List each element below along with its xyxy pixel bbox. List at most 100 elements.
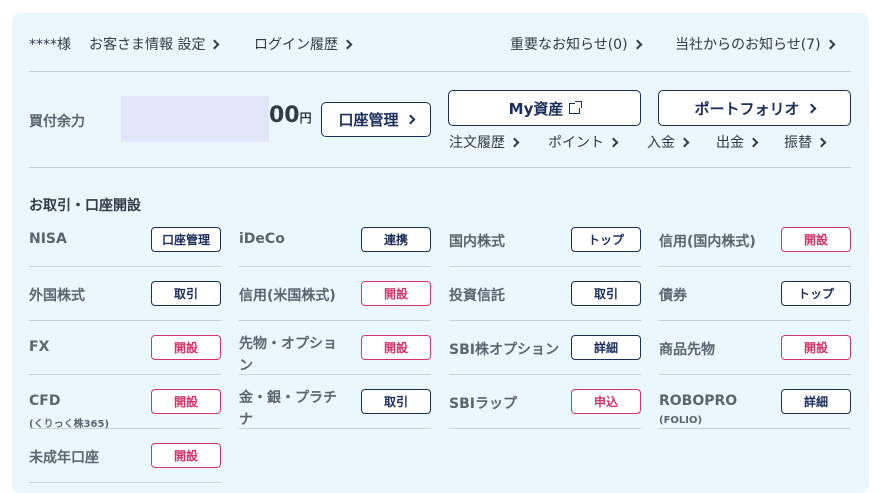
amount-unit: 円 bbox=[299, 111, 312, 125]
login-history-link[interactable]: ログイン履歴 bbox=[254, 34, 353, 54]
chevron-right-icon bbox=[806, 103, 816, 113]
order-history-label: 注文履歴 bbox=[449, 135, 505, 151]
user-name: ****様 bbox=[29, 34, 71, 54]
row-divider bbox=[449, 428, 641, 429]
chevron-right-icon bbox=[405, 114, 415, 125]
item-action-button[interactable]: 取引 bbox=[151, 281, 221, 306]
points-label: ポイント bbox=[548, 135, 604, 151]
item-label: 商品先物 bbox=[659, 342, 715, 358]
item-action-button[interactable]: 詳細 bbox=[781, 389, 851, 414]
user-name-text: ****様 bbox=[29, 37, 71, 53]
masked-amount bbox=[121, 96, 269, 142]
row-divider bbox=[659, 374, 851, 375]
item-label-line2: ナ bbox=[239, 412, 253, 428]
amount-digits: 00 bbox=[269, 103, 300, 128]
transfer-link[interactable]: 振替 bbox=[784, 132, 827, 152]
item-label: CFD bbox=[29, 393, 61, 409]
row-divider bbox=[659, 320, 851, 321]
row-divider bbox=[29, 320, 221, 321]
row-divider bbox=[659, 428, 851, 429]
item-label-line1: 金・銀・プラチ bbox=[239, 390, 337, 406]
item-label: 信用(国内株式) bbox=[659, 234, 756, 250]
row-divider bbox=[29, 266, 221, 267]
item-action-button[interactable]: 口座管理 bbox=[151, 227, 221, 252]
chevron-right-icon bbox=[342, 39, 353, 49]
withdrawal-label: 出金 bbox=[716, 135, 744, 151]
item-action-button[interactable]: 申込 bbox=[571, 389, 641, 414]
account-summary-panel bbox=[12, 13, 869, 493]
transfer-label: 振替 bbox=[784, 135, 812, 151]
row-divider bbox=[239, 428, 431, 429]
item-label: SBI株オプション bbox=[449, 342, 559, 358]
login-history-label: ログイン履歴 bbox=[254, 37, 338, 53]
divider bbox=[29, 71, 851, 72]
row-divider bbox=[659, 266, 851, 267]
chevron-right-icon bbox=[825, 39, 836, 49]
item-action-button[interactable]: 開設 bbox=[151, 389, 221, 414]
buying-power-amount: 00円 bbox=[269, 103, 312, 128]
chevron-right-icon bbox=[509, 137, 520, 147]
portfolio-label: ポートフォリオ bbox=[694, 99, 800, 118]
item-action-button[interactable]: 詳細 bbox=[571, 335, 641, 360]
company-notices-label: 当社からのお知らせ(7) bbox=[675, 37, 821, 53]
row-divider bbox=[449, 320, 641, 321]
row-divider bbox=[239, 320, 431, 321]
portfolio-button[interactable]: ポートフォリオ bbox=[658, 90, 851, 126]
deposit-label: 入金 bbox=[647, 135, 675, 151]
withdrawal-link[interactable]: 出金 bbox=[716, 132, 759, 152]
item-action-button[interactable]: 開設 bbox=[361, 281, 431, 306]
item-action-button[interactable]: 開設 bbox=[361, 335, 431, 360]
chevron-right-icon bbox=[210, 39, 220, 49]
item-action-button[interactable]: 開設 bbox=[781, 227, 851, 252]
row-divider bbox=[29, 374, 221, 375]
item-label: 信用(米国株式) bbox=[239, 288, 336, 304]
deposit-link[interactable]: 入金 bbox=[647, 132, 690, 152]
item-label: iDeCo bbox=[239, 231, 285, 247]
item-label: ROBOPRO bbox=[659, 393, 738, 409]
item-action-button[interactable]: トップ bbox=[571, 227, 641, 252]
customer-settings-link[interactable]: お客さま情報 設定 bbox=[89, 34, 220, 54]
row-divider bbox=[239, 374, 431, 375]
chevron-right-icon bbox=[748, 137, 759, 147]
item-action-button[interactable]: 開設 bbox=[151, 335, 221, 360]
points-link[interactable]: ポイント bbox=[548, 132, 619, 152]
item-action-button[interactable]: 取引 bbox=[361, 389, 431, 414]
divider bbox=[29, 167, 851, 168]
buying-power-label: 買付余力 bbox=[29, 114, 85, 130]
row-divider bbox=[29, 482, 221, 483]
important-notices-label: 重要なお知らせ(0) bbox=[510, 37, 628, 53]
account-management-button[interactable]: 口座管理 bbox=[321, 102, 431, 137]
item-label: 債券 bbox=[659, 288, 687, 304]
row-divider bbox=[449, 374, 641, 375]
item-label: SBIラップ bbox=[449, 396, 517, 412]
my-assets-label: My資産 bbox=[508, 99, 564, 118]
chevron-right-icon bbox=[816, 137, 827, 147]
item-label: 投資信託 bbox=[449, 288, 505, 304]
item-label: 外国株式 bbox=[29, 288, 85, 304]
item-label: 国内株式 bbox=[449, 234, 505, 250]
chevron-right-icon bbox=[608, 137, 619, 147]
item-label: FX bbox=[29, 339, 50, 355]
chevron-right-icon bbox=[632, 39, 643, 49]
item-action-button[interactable]: 連携 bbox=[361, 227, 431, 252]
my-assets-button[interactable]: My資産 bbox=[448, 90, 641, 126]
company-notices-link[interactable]: 当社からのお知らせ(7) bbox=[675, 34, 836, 54]
item-action-button[interactable]: 開設 bbox=[781, 335, 851, 360]
row-divider bbox=[449, 266, 641, 267]
important-notices-link[interactable]: 重要なお知らせ(0) bbox=[510, 34, 643, 54]
item-sublabel: (FOLIO) bbox=[659, 415, 703, 426]
order-history-link[interactable]: 注文履歴 bbox=[449, 132, 520, 152]
item-action-button[interactable]: トップ bbox=[781, 281, 851, 306]
item-label-line1: 先物・オプショ bbox=[239, 336, 337, 352]
account-management-label: 口座管理 bbox=[338, 111, 399, 129]
customer-settings-label: お客さま情報 設定 bbox=[89, 37, 206, 53]
item-label-line2: ン bbox=[239, 358, 253, 374]
row-divider bbox=[239, 266, 431, 267]
external-link-icon bbox=[569, 100, 583, 114]
item-label: 未成年口座 bbox=[29, 450, 99, 466]
item-action-button[interactable]: 取引 bbox=[571, 281, 641, 306]
section-title: お取引・口座開設 bbox=[29, 198, 141, 214]
item-action-button[interactable]: 開設 bbox=[151, 443, 221, 468]
item-label: NISA bbox=[29, 231, 67, 247]
row-divider bbox=[29, 428, 221, 429]
